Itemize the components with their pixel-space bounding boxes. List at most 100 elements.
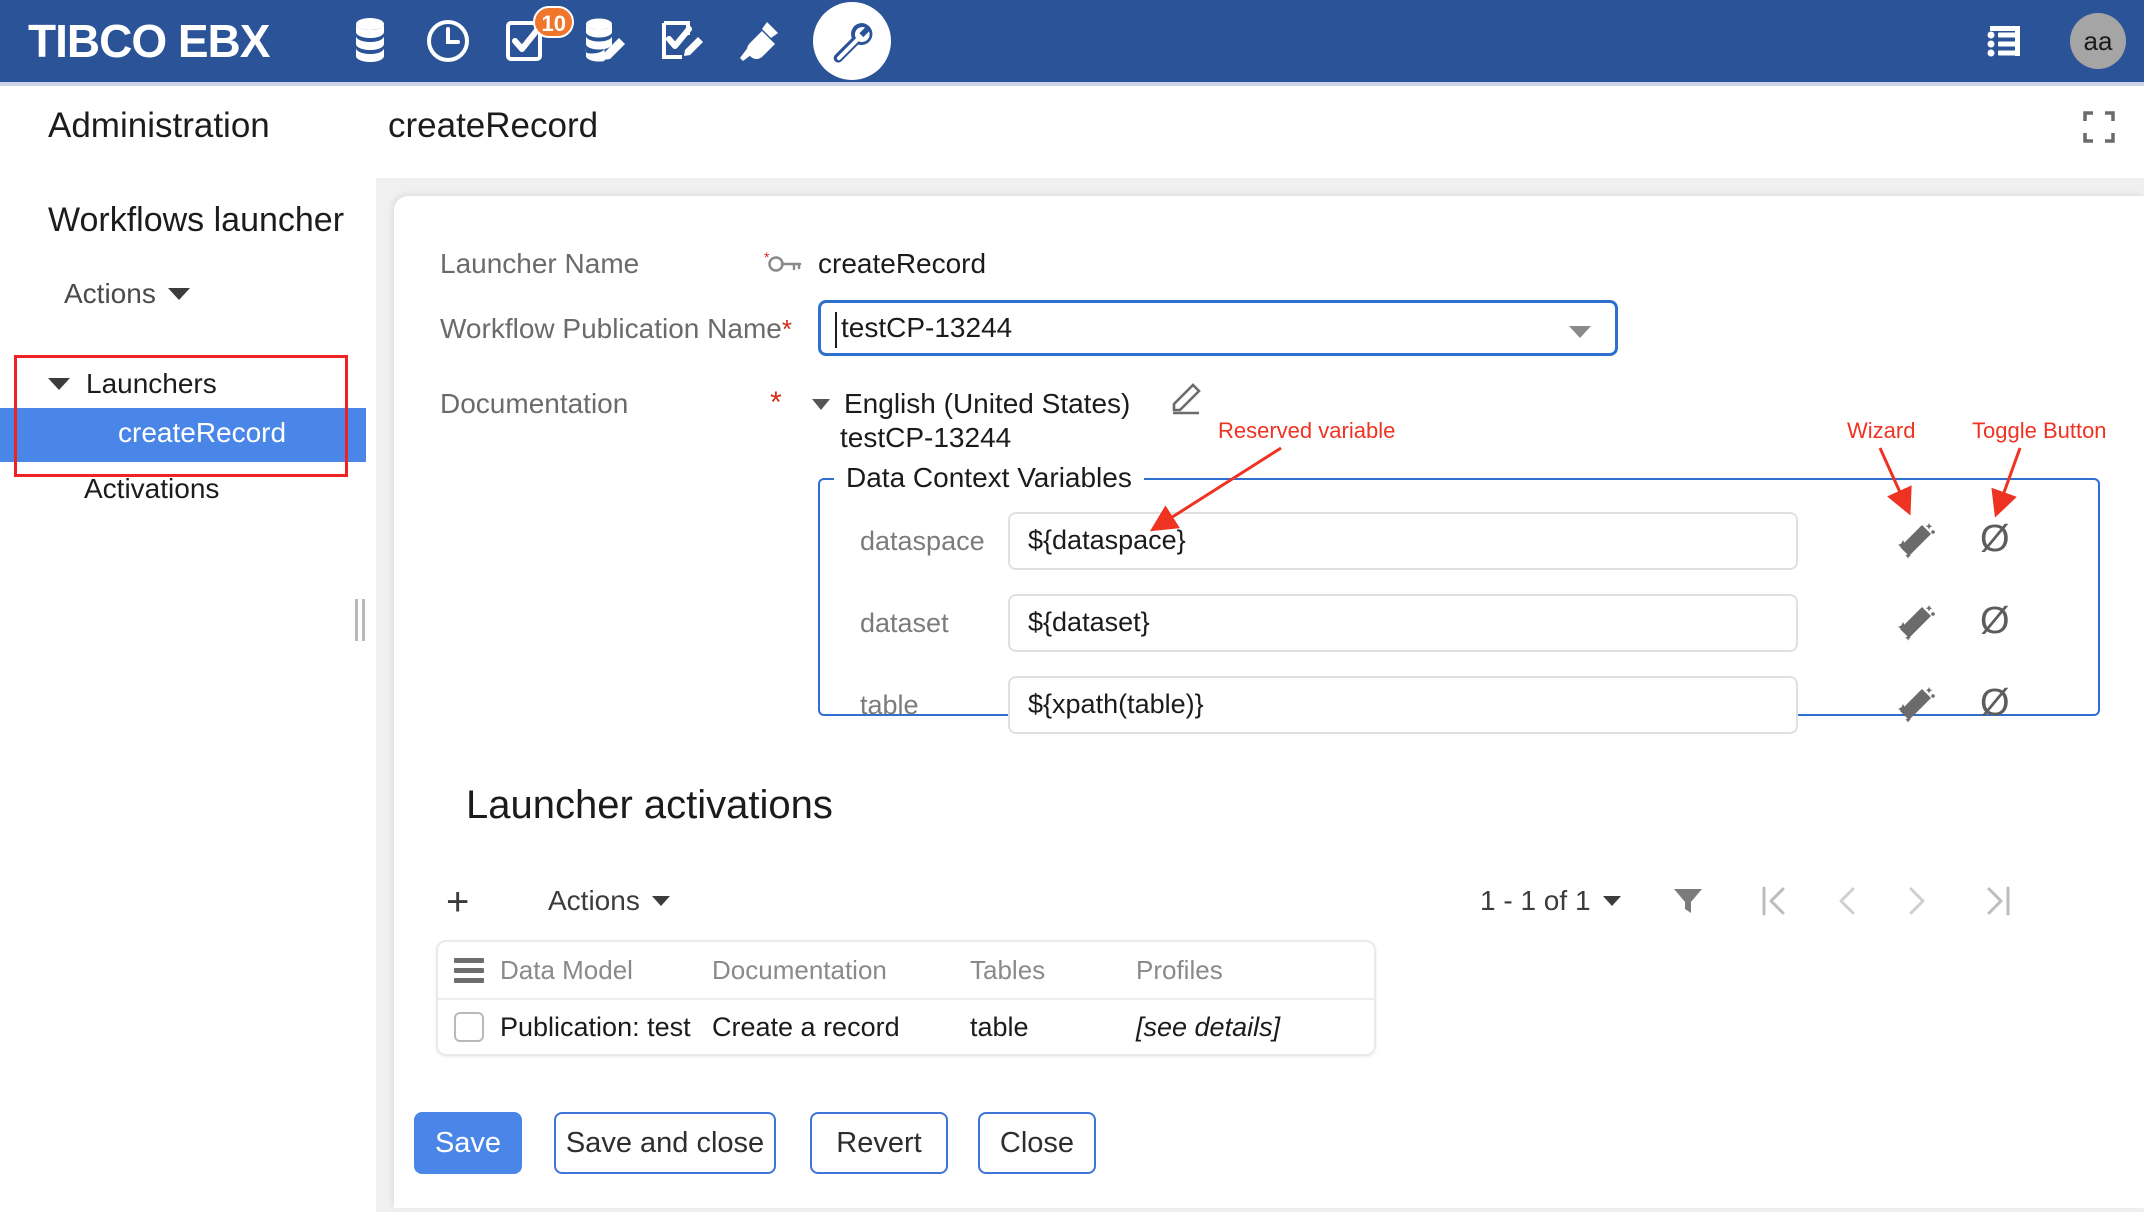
pagination-range: 1 - 1 of 1 (1480, 885, 1591, 917)
top-nav-right-group: aa (1966, 0, 2126, 82)
data-model-icon[interactable] (565, 0, 643, 82)
close-button[interactable]: Close (978, 1112, 1096, 1174)
page-title: Administration (48, 106, 270, 146)
dcv-value-table: ${xpath(table)} (1028, 689, 1204, 720)
chevron-down-icon[interactable] (1569, 326, 1591, 338)
activations-actions-label: Actions (548, 885, 640, 917)
null-toggle-icon[interactable]: Ø (1980, 680, 2010, 726)
chevron-down-icon (1603, 896, 1621, 906)
required-marker: * (782, 314, 792, 344)
top-navigation-bar: TIBCO EBX (0, 0, 2144, 82)
launcher-name-label: Launcher Name (440, 248, 639, 280)
wrench-icon[interactable] (813, 2, 891, 80)
dcv-label-dataspace: dataspace (860, 526, 985, 557)
panel-splitter-handle[interactable] (352, 598, 368, 642)
workflow-publication-name-label-text: Workflow Publication Name (440, 313, 782, 344)
text-cursor (835, 312, 837, 348)
sidebar-item-createrecord-label: createRecord (118, 417, 286, 449)
dcv-row-dataspace: dataspace ${dataspace} Ø (820, 512, 2098, 580)
record-title: createRecord (388, 106, 598, 146)
column-header-tables[interactable]: Tables (970, 955, 1136, 986)
revert-button[interactable]: Revert (810, 1112, 948, 1174)
documentation-locale-toggle[interactable]: English (United States) (812, 388, 1130, 420)
plug-icon[interactable] (721, 0, 799, 82)
save-button[interactable]: Save (414, 1112, 522, 1174)
sidebar-actions-label: Actions (64, 278, 156, 310)
dcv-input-table[interactable]: ${xpath(table)} (1008, 676, 1798, 734)
next-page-icon[interactable] (1905, 884, 1929, 918)
dcv-label-dataset: dataset (860, 608, 949, 639)
cell-tables: table (970, 1012, 1136, 1043)
prev-page-icon[interactable] (1835, 884, 1859, 918)
sidebar-item-activations-label: Activations (84, 473, 219, 504)
workflow-icon[interactable] (643, 0, 721, 82)
row-checkbox[interactable] (454, 1012, 484, 1042)
brand-text: TIBCO EBX (28, 18, 269, 64)
clock-icon[interactable] (409, 0, 487, 82)
last-page-icon[interactable] (1983, 884, 2013, 918)
null-toggle-icon[interactable]: Ø (1980, 598, 2010, 644)
top-nav-icon-group: 10 (331, 0, 891, 82)
chevron-down-icon (652, 896, 670, 906)
sidebar-item-launchers-label: Launchers (86, 368, 217, 400)
launcher-name-value: createRecord (818, 248, 986, 280)
column-header-documentation[interactable]: Documentation (712, 955, 970, 986)
cell-documentation: Create a record (712, 1012, 970, 1043)
pagination-range-selector[interactable]: 1 - 1 of 1 (1480, 885, 1621, 917)
column-header-data-model[interactable]: Data Model (500, 955, 712, 986)
workflow-publication-name-label: Workflow Publication Name* (440, 313, 792, 345)
chevron-down-icon (812, 399, 830, 410)
launcher-activations-title: Launcher activations (466, 783, 833, 828)
chevron-down-icon (168, 288, 190, 300)
pencil-icon[interactable] (1168, 382, 1202, 421)
workflow-publication-name-value: testCP-13244 (841, 312, 1012, 344)
launcher-activations-table: Data Model Documentation Tables Profiles… (436, 940, 1376, 1056)
documentation-required-marker: * (770, 386, 782, 420)
documentation-value: testCP-13244 (840, 422, 1011, 454)
dcv-input-dataset[interactable]: ${dataset} (1008, 594, 1798, 652)
fullscreen-icon[interactable] (2082, 110, 2116, 149)
data-context-variables-fieldset: dataspace ${dataspace} Ø dataset ${datas… (818, 478, 2100, 716)
sidebar-item-launchers[interactable]: Launchers (48, 368, 217, 400)
magic-wand-icon[interactable] (1895, 520, 1937, 567)
workflow-publication-name-combobox[interactable]: testCP-13244 (818, 300, 1618, 356)
cell-data-model: Publication: test (500, 1012, 712, 1043)
tasks-icon[interactable]: 10 (487, 0, 565, 82)
documentation-label: Documentation (440, 388, 628, 420)
dcv-input-dataspace[interactable]: ${dataspace} (1008, 512, 1798, 570)
data-context-variables-legend: Data Context Variables (834, 462, 1144, 494)
sidebar-item-activations[interactable]: Activations (84, 473, 219, 505)
sidebar-actions-menu[interactable]: Actions (64, 278, 190, 310)
tibco-ebx-logo[interactable]: TIBCO EBX (28, 18, 269, 64)
title-row: Administration createRecord (0, 86, 2144, 178)
filter-icon[interactable] (1671, 884, 1705, 918)
primary-key-icon: * (764, 250, 804, 281)
sidebar-item-createrecord[interactable]: createRecord (0, 408, 366, 462)
sidebar-heading: Workflows launcher (48, 201, 344, 240)
sidebar: Workflows launcher Actions Launchers cre… (0, 178, 376, 1220)
magic-wand-icon[interactable] (1895, 602, 1937, 649)
dcv-row-table: table ${xpath(table)} Ø (820, 676, 2098, 744)
database-icon[interactable] (331, 0, 409, 82)
cell-profiles[interactable]: [see details] (1136, 1012, 1280, 1043)
table-row[interactable]: Publication: test Create a record table … (438, 1000, 1374, 1054)
pagination-toolbar: 1 - 1 of 1 (1480, 884, 2013, 918)
dcv-row-dataset: dataset ${dataset} Ø (820, 594, 2098, 662)
table-menu-icon[interactable] (438, 958, 500, 983)
table-header-row: Data Model Documentation Tables Profiles (438, 942, 1374, 1000)
first-page-icon[interactable] (1759, 884, 1789, 918)
app-root: TIBCO EBX (0, 0, 2144, 1220)
column-header-profiles[interactable]: Profiles (1136, 955, 1223, 986)
activations-actions-menu[interactable]: Actions (548, 885, 670, 917)
chevron-down-icon (48, 378, 70, 390)
avatar[interactable]: aa (2070, 13, 2126, 69)
row-checkbox-cell (438, 1012, 500, 1042)
list-menu-icon[interactable] (1966, 0, 2044, 82)
avatar-initials: aa (2084, 26, 2113, 57)
null-toggle-icon[interactable]: Ø (1980, 516, 2010, 562)
save-and-close-button[interactable]: Save and close (554, 1112, 776, 1174)
dcv-label-table: table (860, 690, 919, 721)
magic-wand-icon[interactable] (1895, 684, 1937, 731)
add-activation-button[interactable]: + (446, 882, 469, 922)
documentation-locale-label: English (United States) (844, 388, 1130, 420)
